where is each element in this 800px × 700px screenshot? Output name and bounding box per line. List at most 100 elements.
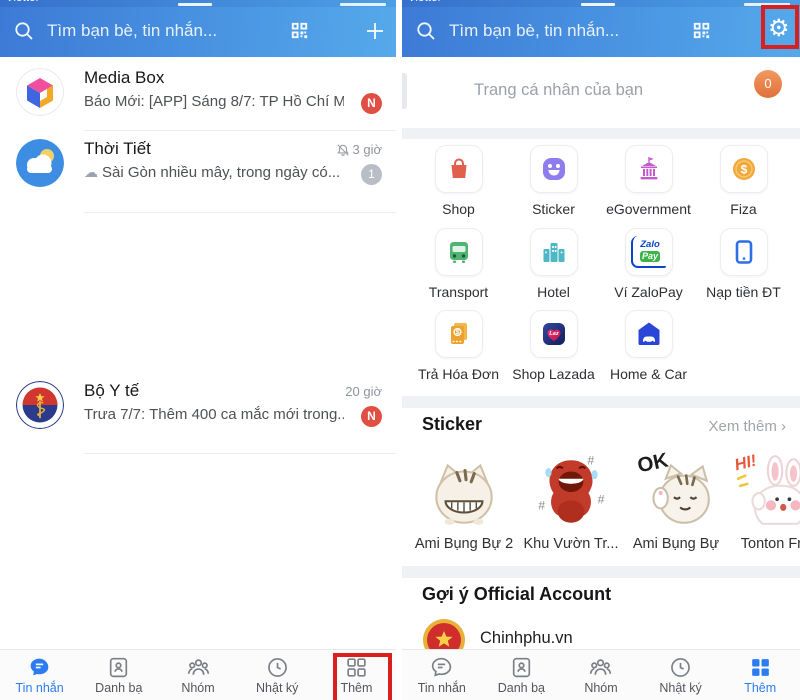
svg-text:#: # (587, 453, 594, 467)
oa-section-title: Gợi ý Official Account (422, 584, 612, 604)
lazada-icon: Laz (529, 310, 578, 358)
unread-badge: N (361, 93, 382, 114)
chat-snippet: Báo Mới: [APP] Sáng 8/7: TP Hồ Chí Mi... (84, 93, 344, 110)
tab-contacts[interactable]: Danh bạ (482, 650, 562, 700)
app-shortcut-shop[interactable]: Shop (411, 145, 506, 217)
messages-screen: Tìm bạn bè, tin nhắn... Viettel Media Bo… (0, 0, 396, 700)
tab-messages[interactable]: Tin nhắn (402, 650, 482, 700)
profile-row[interactable]: Trang cá nhân của bạn 0 (402, 57, 800, 128)
phone-topup-icon (719, 228, 768, 276)
tab-contacts[interactable]: Danh bạ (79, 650, 158, 700)
chat-snippet: ☁ Sài Gòn nhiều mây, trong ngày có... (84, 164, 341, 181)
profile-label: Trang cá nhân của bạn (474, 81, 644, 99)
tab-groups[interactable]: Nhóm (158, 650, 237, 700)
svg-text:#: # (598, 492, 605, 506)
right-header: Tìm bạn bè, tin nhắn... ⚙ (402, 0, 800, 57)
chat-title: Bộ Y tế (84, 381, 140, 400)
sticker-pack[interactable]: Ami Bụng Bự 2 (412, 450, 516, 552)
zalopay-wallet-icon: Zalo Pay (624, 228, 673, 276)
qr-scan-icon[interactable] (288, 19, 311, 42)
section-divider (402, 128, 800, 139)
contact-card-icon (512, 657, 531, 678)
left-header: Tìm bạn bè, tin nhắn... (0, 0, 396, 57)
highlight-box-settings (761, 5, 799, 49)
group-icon (187, 659, 209, 675)
status-bar: Viettel (402, 0, 800, 7)
contact-card-icon (110, 657, 128, 678)
coin-icon: $ (719, 145, 768, 193)
chat-row-media-box[interactable]: Media Box Báo Mới: [APP] Sáng 8/7: TP Hồ… (0, 62, 396, 130)
app-shortcut-transport[interactable]: Transport (411, 228, 506, 300)
app-grid-row: $ Trả Hóa Đơn Laz Shop Lazada Home & Car (411, 310, 696, 382)
rain-cloud-icon: ☁ (84, 165, 98, 181)
clock-text (178, 3, 213, 6)
chat-bubble-icon (30, 658, 49, 676)
government-building-icon (624, 145, 673, 193)
media-box-avatar (16, 68, 64, 116)
bus-icon (434, 228, 483, 276)
muted-bell-icon (336, 143, 349, 156)
chat-timestamp: 3 giờ (336, 142, 382, 157)
grid-icon (751, 659, 769, 676)
clock-text (581, 3, 616, 6)
sticker-pack[interactable]: # # # Khu Vườn Tr... (519, 450, 623, 552)
search-input[interactable]: Tìm bạn bè, tin nhắn... (449, 21, 619, 41)
search-icon[interactable] (414, 19, 438, 43)
notification-badge: 0 (754, 70, 782, 98)
status-bar: Viettel (0, 0, 396, 7)
sticker-pack[interactable]: OK Ami Bụng Bự (624, 449, 728, 552)
tab-messages[interactable]: Tin nhắn (0, 650, 79, 700)
unread-count-badge: 1 (361, 164, 382, 185)
laughing-red-sticker: # # # (530, 450, 612, 532)
app-shortcut-home-car[interactable]: Home & Car (601, 310, 696, 382)
search-input[interactable]: Tìm bạn bè, tin nhắn... (47, 21, 217, 41)
svg-text:#: # (538, 498, 545, 512)
chat-title: Thời Tiết (84, 139, 151, 158)
ok-cat-sticker: OK (635, 449, 717, 532)
home-car-icon (624, 310, 673, 358)
section-divider (402, 396, 800, 408)
app-shortcut-egovernment[interactable]: eGovernment (601, 145, 696, 217)
app-shortcut-zalopay[interactable]: Zalo Pay Ví ZaloPay (601, 228, 696, 300)
shop-icon (434, 145, 483, 193)
sticker-section-title: Sticker (422, 414, 483, 434)
svg-text:OK: OK (635, 450, 670, 477)
clock-icon (671, 658, 690, 677)
app-shortcut-sticker[interactable]: Sticker (506, 145, 601, 217)
carrier-label: Viettel (6, 0, 38, 4)
sticker-icon (529, 145, 578, 193)
tab-more[interactable]: Thêm (720, 650, 800, 700)
chat-bubble-icon (432, 657, 452, 677)
search-icon[interactable] (12, 19, 36, 43)
weather-avatar (16, 139, 64, 187)
app-shortcut-hotel[interactable]: Hotel (506, 228, 601, 300)
app-shortcut-nap-tien[interactable]: Nạp tiền ĐT (696, 228, 791, 300)
group-icon (590, 659, 612, 675)
tab-timeline[interactable]: Nhật ký (238, 650, 317, 700)
hi-bunny-sticker: HI! (732, 450, 800, 532)
tab-groups[interactable]: Nhóm (561, 650, 641, 700)
chat-row-bo-y-te[interactable]: Bộ Y tế 20 giờ Trưa 7/7: Thêm 400 ca mắc… (0, 375, 396, 443)
battery-icon (340, 3, 386, 6)
chat-row-thoi-tiet[interactable]: Thời Tiết 3 giờ ☁ Sài Gòn nhiều mây, tron… (0, 133, 396, 201)
add-icon[interactable] (363, 19, 387, 43)
svg-text:Laz: Laz (549, 331, 558, 337)
chat-timestamp: 20 giờ (345, 384, 382, 399)
chat-title: Media Box (84, 68, 165, 87)
svg-text:HI!: HI! (733, 451, 759, 474)
carrier-label: Viettel (408, 0, 440, 4)
see-more-link[interactable]: Xem thêm › (708, 418, 786, 435)
sticker-pack[interactable]: HI! Tonton Fri (721, 450, 800, 552)
clock-icon (267, 658, 287, 677)
app-shortcut-tra-hoa-don[interactable]: $ Trả Hóa Đơn (411, 310, 506, 382)
bill-payment-icon: $ (434, 310, 483, 358)
app-shortcut-fiza[interactable]: $ Fiza (696, 145, 791, 217)
tab-timeline[interactable]: Nhật ký (641, 650, 721, 700)
chat-snippet: Trưa 7/7: Thêm 400 ca mắc mới trong... (84, 406, 344, 423)
qr-scan-icon[interactable] (690, 19, 713, 42)
ministry-of-health-avatar (16, 381, 64, 429)
more-screen: Tìm bạn bè, tin nhắn... ⚙ Viettel Trang … (402, 0, 800, 700)
oa-name: Chinhphu.vn (480, 629, 573, 647)
divider (84, 212, 396, 213)
app-shortcut-lazada[interactable]: Laz Shop Lazada (506, 310, 601, 382)
